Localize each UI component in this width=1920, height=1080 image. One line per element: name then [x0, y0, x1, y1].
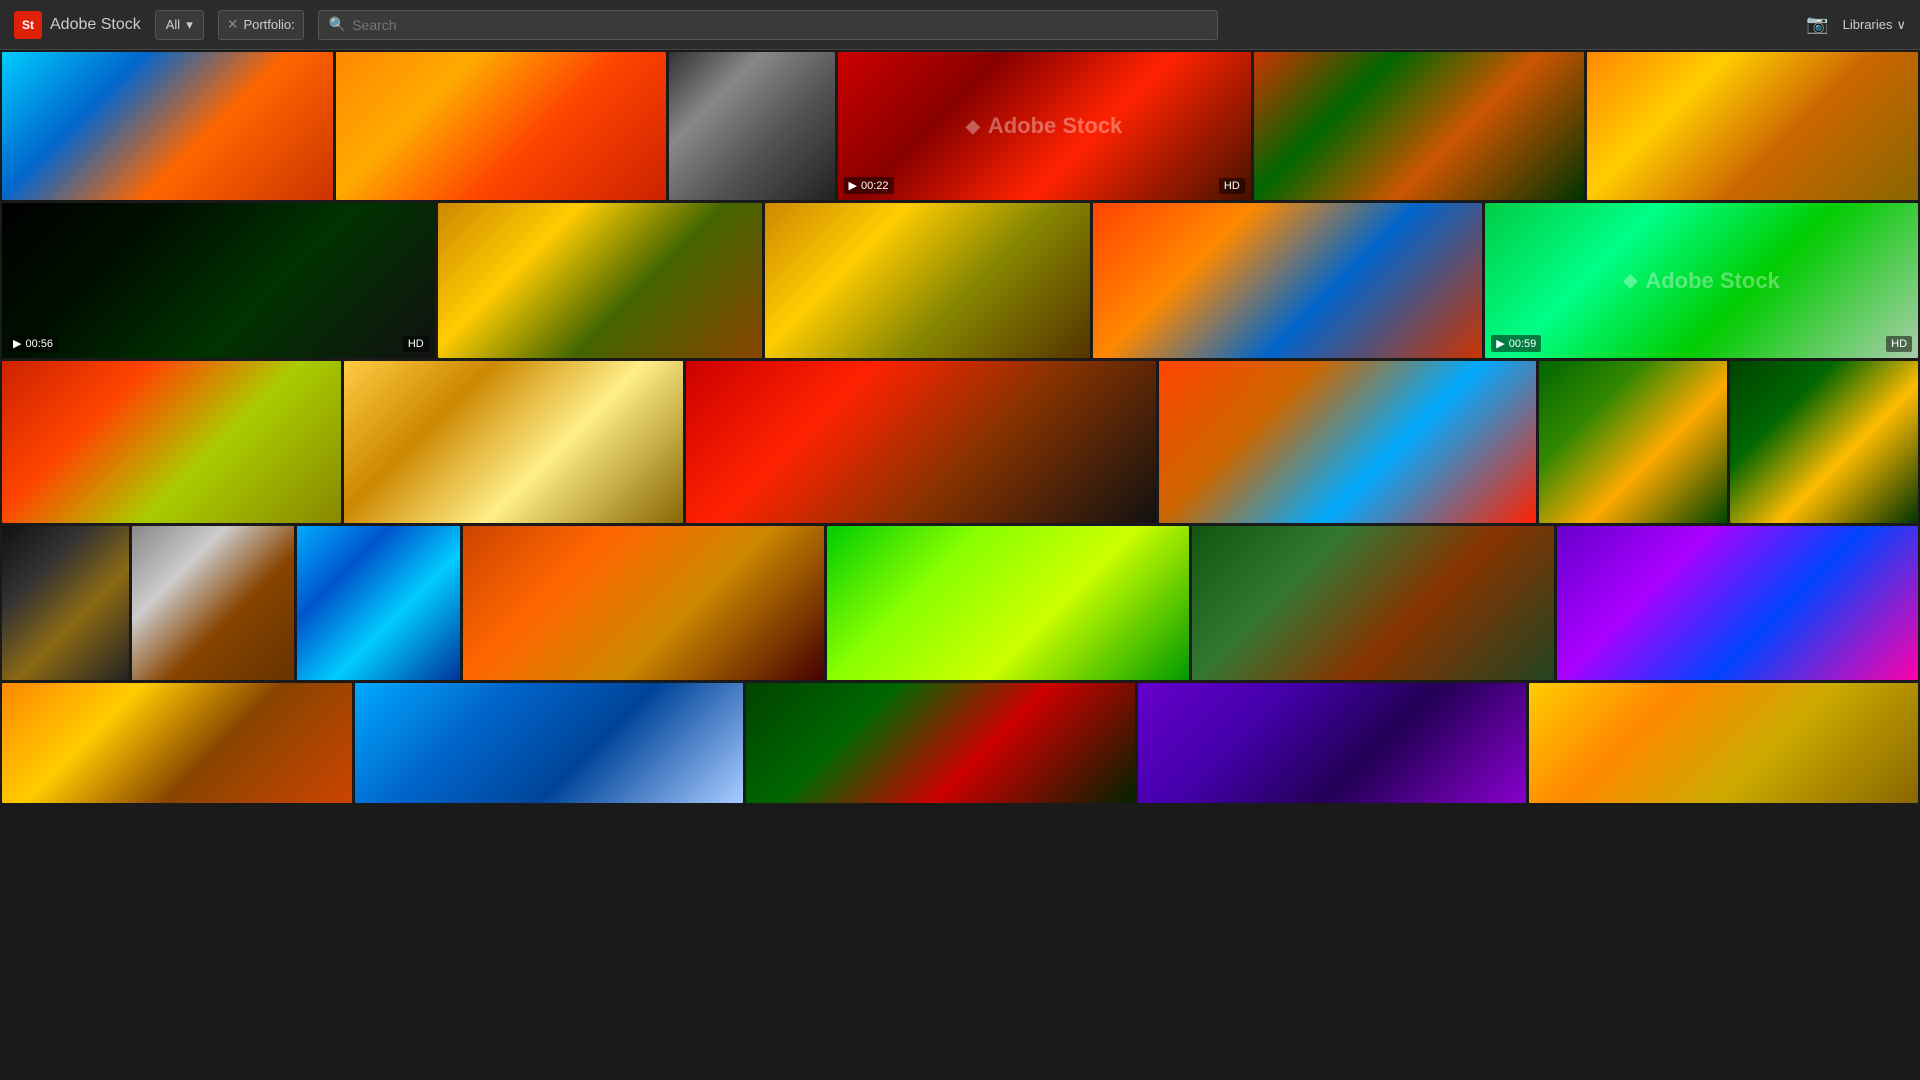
hd-badge: HD [1886, 336, 1912, 352]
list-item[interactable] [1093, 203, 1482, 358]
libraries-chevron-icon: ∨ [1896, 17, 1906, 33]
list-item[interactable] [1730, 361, 1918, 523]
list-item[interactable] [2, 526, 129, 680]
list-item[interactable]: ◆ Adobe Stock ▶ 00:22 HD [838, 52, 1251, 200]
adobe-stock-logo: St [14, 11, 42, 39]
grid-row-5 [2, 683, 1918, 803]
list-item[interactable] [1557, 526, 1919, 680]
portfolio-label: Portfolio: [243, 17, 294, 32]
video-camera-icon: ▶ [13, 337, 21, 350]
grid-row-4 [2, 526, 1918, 680]
video-duration: 00:59 [1509, 338, 1537, 350]
filter-dropdown[interactable]: All ▾ [155, 10, 204, 40]
list-item[interactable] [1192, 526, 1554, 680]
list-item[interactable] [1539, 361, 1727, 523]
watermark-text: Adobe Stock [988, 113, 1122, 139]
grid-row-1: ◆ Adobe Stock ▶ 00:22 HD [2, 52, 1918, 200]
list-item[interactable] [344, 361, 683, 523]
filter-arrow-icon: ▾ [186, 17, 193, 33]
list-item[interactable] [132, 526, 295, 680]
list-item[interactable] [1159, 361, 1535, 523]
hd-badge: HD [1219, 178, 1245, 194]
app-header: St Adobe Stock All ▾ ✕ Portfolio: 🔍 📷 Li… [0, 0, 1920, 50]
list-item[interactable] [1587, 52, 1918, 200]
watermark: ◆ Adobe Stock [966, 113, 1122, 139]
video-camera-icon: ▶ [849, 179, 857, 192]
search-bar[interactable]: 🔍 [318, 10, 1218, 40]
camera-icon: 📷 [1806, 14, 1828, 34]
list-item[interactable] [355, 683, 744, 803]
watermark: ◆ Adobe Stock [1623, 268, 1779, 294]
hd-badge: HD [403, 336, 429, 352]
list-item[interactable] [746, 683, 1135, 803]
list-item[interactable]: ▶ 00:56 HD [2, 203, 435, 358]
list-item[interactable] [2, 683, 352, 803]
libraries-label: Libraries [1843, 17, 1893, 32]
portfolio-tag: ✕ Portfolio: [218, 10, 304, 40]
list-item[interactable] [2, 52, 333, 200]
video-camera-icon: ▶ [1496, 337, 1504, 350]
list-item[interactable] [827, 526, 1189, 680]
grid-row-3 [2, 361, 1918, 523]
portfolio-close[interactable]: ✕ [227, 16, 239, 33]
list-item[interactable] [686, 361, 1157, 523]
image-grid: ◆ Adobe Stock ▶ 00:22 HD ▶ 00:56 [0, 50, 1920, 1080]
watermark-text: Adobe Stock [1645, 268, 1779, 294]
watermark-logo-icon: ◆ [966, 116, 980, 137]
watermark-logo-icon: ◆ [1623, 270, 1637, 291]
search-input[interactable] [352, 17, 1207, 33]
list-item[interactable] [1254, 52, 1585, 200]
list-item[interactable] [2, 361, 341, 523]
filter-label: All [166, 17, 180, 32]
video-duration-badge: ▶ 00:59 [1491, 335, 1541, 352]
video-duration: 00:22 [861, 180, 889, 192]
list-item[interactable] [669, 52, 834, 200]
list-item[interactable] [1529, 683, 1918, 803]
search-icon: 🔍 [329, 16, 346, 33]
video-duration: 00:56 [25, 338, 53, 350]
list-item[interactable] [297, 526, 460, 680]
logo-area: St Adobe Stock [14, 11, 141, 39]
video-duration-badge: ▶ 00:56 [8, 335, 58, 352]
list-item[interactable]: ◆ Adobe Stock ▶ 00:59 HD [1485, 203, 1918, 358]
grid-row-2: ▶ 00:56 HD ◆ Adobe Stock ▶ 00:5 [2, 203, 1918, 358]
list-item[interactable] [336, 52, 667, 200]
list-item[interactable] [438, 203, 763, 358]
list-item[interactable] [463, 526, 825, 680]
video-duration-badge: ▶ 00:22 [844, 177, 894, 194]
list-item[interactable] [1138, 683, 1527, 803]
camera-search-button[interactable]: 📷 [1806, 14, 1828, 35]
list-item[interactable] [765, 203, 1090, 358]
libraries-button[interactable]: Libraries ∨ [1843, 17, 1906, 33]
app-title: Adobe Stock [50, 16, 141, 34]
